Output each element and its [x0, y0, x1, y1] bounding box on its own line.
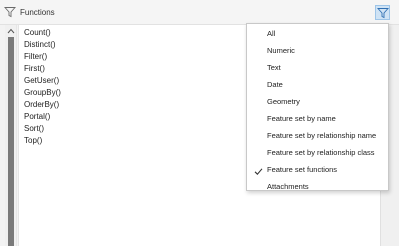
menu-item-attachments[interactable]: Attachments [247, 178, 388, 195]
vertical-scrollbar[interactable] [5, 25, 17, 246]
menu-item-label: Geometry [267, 97, 300, 106]
menu-item-geometry[interactable]: Geometry [247, 93, 388, 110]
list-item-filter[interactable]: Filter() [24, 51, 47, 63]
filter-icon [3, 6, 17, 18]
list-item-orderby[interactable]: OrderBy() [24, 99, 59, 111]
checkmark-icon [254, 165, 263, 176]
menu-item-feature-set-by-name[interactable]: Feature set by name [247, 110, 388, 127]
list-item-portal[interactable]: Portal() [24, 111, 50, 123]
filter-dropdown-menu: All Numeric Text Date Geometry Feature s… [246, 23, 389, 191]
menu-item-all[interactable]: All [247, 25, 388, 42]
panel-header: Functions [0, 0, 399, 25]
menu-item-date[interactable]: Date [247, 76, 388, 93]
list-item-getuser[interactable]: GetUser() [24, 75, 59, 87]
menu-item-label: Text [267, 63, 281, 72]
menu-item-label: Attachments [267, 182, 309, 191]
list-item-top[interactable]: Top() [24, 135, 42, 147]
list-item-first[interactable]: First() [24, 63, 45, 75]
list-item-groupby[interactable]: GroupBy() [24, 87, 61, 99]
filter-button[interactable] [375, 5, 390, 20]
menu-item-text[interactable]: Text [247, 59, 388, 76]
menu-item-label: Feature set by name [267, 114, 336, 123]
menu-item-feature-set-functions[interactable]: Feature set functions [247, 161, 388, 178]
menu-item-feature-set-by-relationship-name[interactable]: Feature set by relationship name [247, 127, 388, 144]
scrollbar-thumb[interactable] [8, 37, 14, 246]
scroll-up-arrow-icon[interactable] [7, 27, 15, 35]
menu-item-label: All [267, 29, 276, 38]
menu-item-label: Feature set by relationship name [267, 131, 377, 140]
menu-item-label: Feature set by relationship class [267, 148, 375, 157]
functions-panel: Functions Count() Distinct() Filter() Fi… [0, 0, 399, 246]
menu-item-label: Feature set functions [267, 165, 338, 174]
menu-item-label: Numeric [267, 46, 295, 55]
menu-item-feature-set-by-relationship-class[interactable]: Feature set by relationship class [247, 144, 388, 161]
list-item-sort[interactable]: Sort() [24, 123, 44, 135]
filter-icon [377, 8, 389, 19]
menu-item-label: Date [267, 80, 283, 89]
list-item-count[interactable]: Count() [24, 27, 51, 39]
menu-item-numeric[interactable]: Numeric [247, 42, 388, 59]
list-item-distinct[interactable]: Distinct() [24, 39, 56, 51]
panel-title: Functions [20, 8, 55, 17]
